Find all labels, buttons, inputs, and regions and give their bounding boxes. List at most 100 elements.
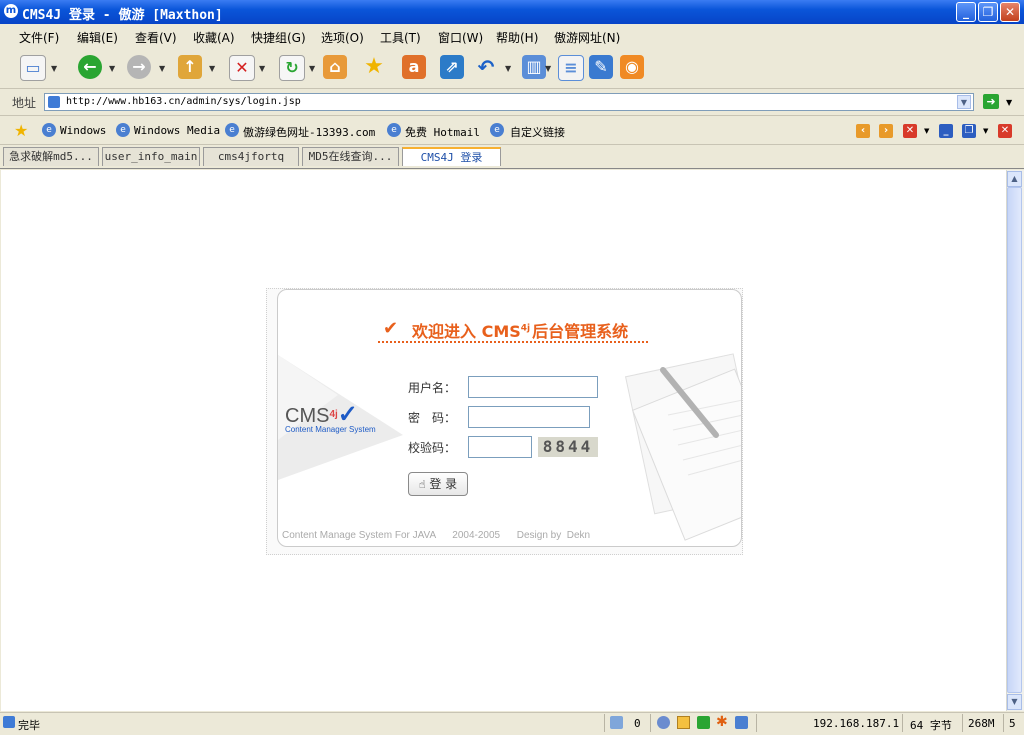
refresh-icon[interactable]: ↻ xyxy=(279,55,305,81)
tab-cms4jfortq[interactable]: cms4jfortq xyxy=(203,147,299,166)
column-icon[interactable]: ▥ xyxy=(522,55,546,79)
tab-cms4j-login[interactable]: CMS4J 登录 xyxy=(402,147,501,166)
refresh-dropdown-icon[interactable]: ▼ xyxy=(309,64,315,73)
new-page-icon[interactable]: ▭ xyxy=(20,55,46,81)
menu-view[interactable]: 查看(V) xyxy=(135,29,177,46)
screen-icon[interactable] xyxy=(735,716,748,729)
maxthon-icon[interactable]: m xyxy=(4,4,18,18)
next-tab-icon[interactable]: › xyxy=(879,124,893,138)
hand-pointer-icon: ☝ xyxy=(418,478,426,491)
edit-icon[interactable]: ✎ xyxy=(589,55,613,79)
page-icon xyxy=(48,96,60,108)
forward-dropdown-icon[interactable]: ▼ xyxy=(159,64,165,73)
tab-user-info-main[interactable]: user_info_main xyxy=(102,147,200,166)
fav-custom-links[interactable]: 自定义链接 xyxy=(510,124,565,140)
go-icon[interactable]: ➜ xyxy=(983,94,999,109)
menu-favorites[interactable]: 收藏(A) xyxy=(193,29,235,46)
login-button[interactable]: ☝ 登 录 xyxy=(408,472,468,496)
home-icon[interactable]: ⌂ xyxy=(323,55,347,79)
back-dropdown-icon[interactable]: ▼ xyxy=(109,64,115,73)
fav-hotmail[interactable]: 免费 Hotmail xyxy=(405,124,480,140)
fav-windows-media[interactable]: Windows Media xyxy=(134,124,220,137)
login-title-suffix: 后台管理系统 xyxy=(532,322,629,341)
close-tab-dropdown-icon[interactable]: ▼ xyxy=(924,127,929,135)
login-title-text: 欢迎进入 CMS xyxy=(412,322,521,341)
restore-tab-dropdown-icon[interactable]: ▼ xyxy=(983,127,988,135)
network-icon[interactable] xyxy=(657,716,670,729)
menu-tools[interactable]: 工具(T) xyxy=(380,29,421,46)
fav-windows[interactable]: Windows xyxy=(60,124,106,137)
window-title: CMS4J 登录 - 傲游 [Maxthon] xyxy=(22,8,223,23)
menu-maxthon-sites[interactable]: 傲游网址(N) xyxy=(554,29,620,46)
address-label: 地址 xyxy=(12,96,37,110)
menu-bar: 文件(F) 编辑(E) 查看(V) 收藏(A) 快捷组(G) 选项(O) 工具(… xyxy=(0,24,1024,49)
rss-icon[interactable]: ◉ xyxy=(620,55,644,79)
password-label: 密 码： xyxy=(408,411,457,425)
up-icon[interactable]: ↑ xyxy=(178,55,202,79)
status-divider xyxy=(1003,714,1004,732)
captcha-input[interactable] xyxy=(468,436,532,458)
tab-md5-crack[interactable]: 急求破解md5... xyxy=(3,147,99,166)
favorites-bar-star-icon[interactable]: ★ xyxy=(14,121,28,140)
close-tab-icon[interactable]: ✕ xyxy=(903,124,917,138)
status-divider xyxy=(650,714,651,732)
blocked-count: 0 xyxy=(634,717,641,730)
minimize-button[interactable]: _ xyxy=(956,2,976,22)
close-all-tabs-icon[interactable]: ✕ xyxy=(998,124,1012,138)
menu-edit[interactable]: 编辑(E) xyxy=(77,29,118,46)
title-underline xyxy=(378,341,648,343)
ad-filter-icon[interactable] xyxy=(697,716,710,729)
ie-icon: e xyxy=(116,123,130,137)
ie-icon: e xyxy=(490,123,504,137)
menu-file[interactable]: 文件(F) xyxy=(19,29,59,46)
tab-md5-query[interactable]: MD5在线查询... xyxy=(302,147,399,166)
new-dropdown-icon[interactable]: ▼ xyxy=(51,64,57,73)
password-input[interactable] xyxy=(468,406,590,428)
column-dropdown-icon[interactable]: ▼ xyxy=(545,64,551,73)
logo-sup-text: 4j xyxy=(329,409,338,420)
status-divider xyxy=(902,714,903,732)
script-icon[interactable] xyxy=(677,716,690,729)
ie-icon: e xyxy=(42,123,56,137)
restore-tab-icon[interactable]: ❐ xyxy=(962,124,976,138)
go-dropdown-icon[interactable]: ▼ xyxy=(1006,98,1012,107)
translate-icon[interactable]: a xyxy=(402,55,426,79)
scroll-up-icon[interactable]: ▲ xyxy=(1007,171,1022,187)
address-dropdown-icon[interactable]: ▼ xyxy=(957,95,971,109)
stop-dropdown-icon[interactable]: ▼ xyxy=(259,64,265,73)
title-bar[interactable]: m CMS4J 登录 - 傲游 [Maxthon] _ ❐ ✕ xyxy=(0,0,1024,24)
scroll-down-icon[interactable]: ▼ xyxy=(1007,694,1022,710)
close-button[interactable]: ✕ xyxy=(1000,2,1020,22)
ie-icon: e xyxy=(387,123,401,137)
ie-icon: e xyxy=(225,123,239,137)
popup-blocker-icon[interactable] xyxy=(610,716,623,729)
list-icon[interactable]: ≡ xyxy=(558,55,584,81)
plugin-icon[interactable]: ✱ xyxy=(716,714,728,730)
login-footer: Content Manage System For JAVA 2004-2005… xyxy=(282,530,591,541)
status-divider xyxy=(756,714,757,732)
login-title-sup: 4j xyxy=(520,323,531,334)
menu-options[interactable]: 选项(O) xyxy=(321,29,364,46)
fav-maxthon-green[interactable]: 傲游绿色网址-13393.com xyxy=(243,124,375,140)
undo-dropdown-icon[interactable]: ▼ xyxy=(505,64,511,73)
login-button-label: 登 录 xyxy=(429,477,458,491)
username-input[interactable] xyxy=(468,376,598,398)
open-window-icon[interactable]: ⇗ xyxy=(440,55,464,79)
favorites-star-icon[interactable]: ★ xyxy=(362,55,386,79)
stop-icon[interactable]: ✕ xyxy=(229,55,255,81)
menu-window[interactable]: 窗口(W) xyxy=(438,29,483,46)
restore-button[interactable]: ❐ xyxy=(978,2,998,22)
undo-close-icon[interactable]: ↶ xyxy=(474,55,498,79)
prev-tab-icon[interactable]: ‹ xyxy=(856,124,870,138)
minimize-tab-icon[interactable]: _ xyxy=(939,124,953,138)
menu-help[interactable]: 帮助(H) xyxy=(496,29,538,46)
captcha-image[interactable]: 8844 xyxy=(538,437,598,457)
menu-groups[interactable]: 快捷组(G) xyxy=(251,29,306,46)
address-url[interactable]: http://www.hb163.cn/admin/sys/login.jsp xyxy=(66,96,301,107)
scroll-thumb[interactable] xyxy=(1007,187,1022,693)
toolbar xyxy=(0,48,1024,89)
up-dropdown-icon[interactable]: ▼ xyxy=(209,64,215,73)
forward-icon[interactable]: → xyxy=(127,55,151,79)
back-icon[interactable]: ← xyxy=(78,55,102,79)
status-last-value: 5 xyxy=(1009,717,1016,730)
